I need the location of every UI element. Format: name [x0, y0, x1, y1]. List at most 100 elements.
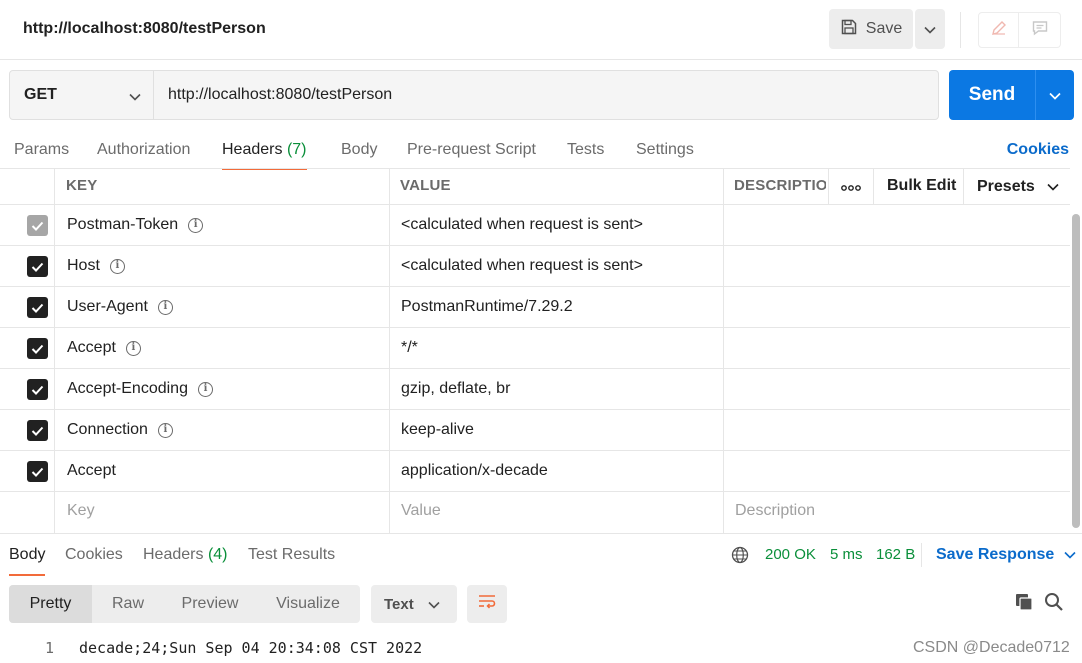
divider: [960, 12, 961, 48]
chevron-down-icon: [1064, 546, 1076, 564]
row-checkbox[interactable]: [27, 379, 48, 400]
wrap-lines-button[interactable]: [467, 585, 507, 623]
scrollbar[interactable]: [1071, 170, 1081, 530]
chevron-down-icon: [1047, 178, 1059, 196]
watermark: CSDN @Decade0712: [913, 639, 1070, 656]
header-value[interactable]: */*: [401, 339, 418, 357]
title-bar: http://localhost:8080/testPerson Save: [0, 0, 1082, 60]
new-description-input[interactable]: Description: [735, 502, 815, 520]
checkmark-icon: [31, 426, 44, 436]
tab-settings[interactable]: Settings: [636, 141, 694, 159]
response-size[interactable]: 162 B: [876, 546, 915, 563]
view-mode-selector: Pretty Raw Preview Visualize: [9, 585, 360, 623]
response-tab-test-results[interactable]: Test Results: [248, 546, 335, 564]
info-icon[interactable]: i: [188, 217, 204, 233]
save-icon: [840, 18, 858, 41]
view-visualize[interactable]: Visualize: [256, 585, 360, 623]
save-options-button[interactable]: [915, 9, 945, 49]
row-checkbox[interactable]: [27, 297, 48, 318]
table-header: KEY VALUE DESCRIPTIO Bulk Edit Presets: [0, 168, 1070, 205]
new-key-input[interactable]: Key: [67, 502, 95, 520]
method-label: GET: [24, 86, 57, 103]
divider: [921, 543, 922, 567]
tab-headers[interactable]: Headers (7): [222, 141, 307, 170]
format-select[interactable]: Text: [371, 585, 457, 623]
checkmark-icon: [31, 303, 44, 313]
chevron-down-icon: [428, 596, 440, 613]
globe-icon[interactable]: [731, 546, 749, 568]
save-response-label: Save Response: [936, 546, 1055, 563]
save-response-button[interactable]: Save Response: [936, 546, 1076, 564]
comments-button[interactable]: [1019, 12, 1061, 48]
header-key[interactable]: Host i: [67, 257, 125, 275]
tab-tests[interactable]: Tests: [567, 141, 604, 159]
header-value[interactable]: <calculated when request is sent>: [401, 257, 643, 275]
tab-pre-request-script[interactable]: Pre-request Script: [407, 141, 536, 159]
status-code[interactable]: 200 OK: [765, 546, 816, 563]
header-value[interactable]: keep-alive: [401, 421, 474, 439]
pencil-icon: [990, 19, 1008, 41]
presets-dropdown[interactable]: Presets: [963, 169, 1069, 204]
row-checkbox[interactable]: [27, 461, 48, 482]
info-icon[interactable]: i: [157, 422, 173, 438]
checkmark-icon: [31, 467, 44, 477]
search-icon[interactable]: [1044, 592, 1064, 616]
row-checkbox[interactable]: [27, 215, 48, 236]
row-checkbox[interactable]: [27, 338, 48, 359]
format-label: Text: [384, 595, 414, 613]
checkmark-icon: [31, 262, 44, 272]
presets-label: Presets: [977, 177, 1035, 195]
header-key[interactable]: User-Agent i: [67, 298, 173, 316]
column-description: DESCRIPTIO: [734, 177, 826, 194]
save-button[interactable]: Save: [829, 9, 913, 49]
response-body-text[interactable]: decade;24;Sun Sep 04 20:34:08 CST 2022: [79, 639, 422, 657]
tab-params[interactable]: Params: [14, 141, 69, 159]
send-options-button[interactable]: [1035, 70, 1074, 120]
header-value[interactable]: gzip, deflate, br: [401, 380, 510, 398]
header-key[interactable]: Connection i: [67, 421, 173, 439]
info-icon[interactable]: i: [109, 258, 125, 274]
checkmark-icon: [31, 221, 44, 231]
header-value[interactable]: application/x-decade: [401, 462, 548, 480]
url-input[interactable]: http://localhost:8080/testPerson: [168, 86, 928, 104]
comment-icon: [1031, 19, 1049, 41]
edit-button[interactable]: [978, 12, 1019, 48]
response-time[interactable]: 5 ms: [830, 546, 863, 563]
cookies-link[interactable]: Cookies: [1007, 141, 1069, 159]
table-row-empty: Key Value Description: [0, 492, 1070, 533]
view-pretty[interactable]: Pretty: [9, 585, 92, 623]
copy-icon[interactable]: [1014, 592, 1034, 616]
info-icon[interactable]: i: [197, 381, 213, 397]
tab-body[interactable]: Body: [341, 141, 377, 159]
more-options-button[interactable]: [828, 169, 874, 204]
send-button[interactable]: Send: [949, 70, 1035, 120]
chevron-down-icon: [924, 21, 936, 38]
header-key[interactable]: Postman-Token i: [67, 216, 204, 234]
row-checkbox[interactable]: [27, 420, 48, 441]
info-icon[interactable]: i: [157, 299, 173, 315]
chevron-down-icon: [129, 88, 141, 106]
response-headers-count: (4): [207, 546, 228, 563]
header-key[interactable]: Accept: [67, 462, 116, 480]
scrollbar-thumb[interactable]: [1072, 214, 1080, 528]
method-select[interactable]: GET: [10, 71, 154, 119]
line-number: 1: [45, 639, 55, 657]
bulk-edit-button[interactable]: Bulk Edit: [887, 177, 956, 195]
table-row: Connection i keep-alive: [0, 410, 1070, 451]
response-tab-headers[interactable]: Headers (4): [143, 546, 228, 564]
tab-authorization[interactable]: Authorization: [97, 141, 190, 159]
response-tab-body[interactable]: Body: [9, 546, 46, 576]
info-icon[interactable]: i: [125, 340, 141, 356]
header-key[interactable]: Accept i: [67, 339, 141, 357]
new-value-input[interactable]: Value: [401, 502, 441, 520]
header-value[interactable]: <calculated when request is sent>: [401, 216, 643, 234]
response-tab-cookies[interactable]: Cookies: [65, 546, 123, 564]
header-key[interactable]: Accept-Encoding i: [67, 380, 213, 398]
request-title[interactable]: http://localhost:8080/testPerson: [23, 20, 266, 38]
table-row: Accept application/x-decade: [0, 451, 1070, 492]
row-checkbox[interactable]: [27, 256, 48, 277]
view-raw[interactable]: Raw: [92, 585, 164, 623]
wrap-lines-icon: [477, 593, 497, 615]
header-value[interactable]: PostmanRuntime/7.29.2: [401, 298, 573, 316]
view-preview[interactable]: Preview: [164, 585, 256, 623]
